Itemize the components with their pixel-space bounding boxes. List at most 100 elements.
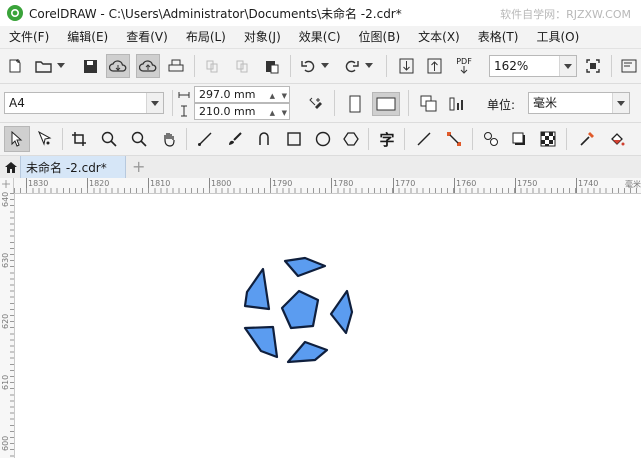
all-pages-icon[interactable] — [417, 92, 441, 116]
zoom-out-icon[interactable] — [128, 128, 150, 150]
freehand-tool-icon[interactable] — [194, 128, 216, 150]
page-height-icon — [178, 104, 190, 118]
menu-bitmaps[interactable]: 位图(B) — [350, 26, 410, 48]
print-icon[interactable] — [166, 56, 186, 76]
width-spin-up-icon[interactable]: ▲ — [270, 89, 275, 104]
ellipse-tool-icon[interactable] — [312, 128, 334, 150]
vruler-tick-label: 620 — [1, 313, 10, 329]
undo-icon[interactable] — [298, 56, 318, 76]
toolbox-separator — [368, 128, 369, 150]
pick-tool-icon[interactable] — [4, 126, 30, 152]
menu-text[interactable]: 文本(X) — [409, 26, 469, 48]
cut-icon[interactable] — [202, 56, 222, 76]
menu-table[interactable]: 表格(T) — [469, 26, 528, 48]
coreldraw-app-icon — [7, 5, 23, 21]
height-spin-down-icon[interactable]: ▼ — [282, 106, 287, 121]
vertical-ruler: 640 630 620 610 600 — [0, 191, 15, 458]
zoom-tool-icon[interactable] — [98, 128, 120, 150]
height-spin-up-icon[interactable]: ▲ — [270, 106, 275, 121]
title-bar: CorelDRAW - C:\Users\Administrator\Docum… — [0, 0, 641, 26]
connector-tool-icon[interactable] — [443, 128, 465, 150]
ball-right-patch[interactable] — [329, 289, 354, 335]
ball-left-patch[interactable] — [243, 267, 271, 311]
zoom-dropdown-chevron-icon[interactable] — [559, 56, 576, 76]
open-dropdown-chevron-icon[interactable] — [56, 56, 66, 76]
ball-bottom-patch[interactable] — [286, 340, 329, 364]
menu-view[interactable]: 查看(V) — [117, 26, 177, 48]
import-icon[interactable] — [396, 56, 416, 76]
menu-file[interactable]: 文件(F) — [0, 26, 58, 48]
publish-pdf-icon[interactable]: PDF — [452, 54, 476, 78]
toolbar-separator — [194, 55, 195, 77]
ball-center-pentagon[interactable] — [280, 289, 320, 330]
zoom-to-page-icon[interactable] — [583, 56, 603, 76]
document-tab[interactable]: 未命名 -2.cdr* — [20, 156, 126, 178]
shape-tool-icon[interactable] — [34, 128, 56, 150]
redo-icon[interactable] — [342, 56, 362, 76]
pan-tool-hand-icon[interactable] — [158, 128, 180, 150]
eyedropper-tool-icon[interactable] — [576, 128, 598, 150]
polygon-tool-icon[interactable] — [340, 128, 362, 150]
units-label: 单位: — [487, 98, 516, 112]
blend-tool-icon[interactable] — [480, 128, 502, 150]
page-width-field[interactable]: 297.0 mm ▲ ▼ — [194, 86, 290, 103]
crop-tool-icon[interactable] — [68, 128, 90, 150]
save-icon[interactable] — [80, 56, 100, 76]
open-folder-icon[interactable] — [34, 56, 54, 76]
page-options-icon[interactable] — [305, 93, 327, 115]
copy-icon[interactable] — [232, 56, 252, 76]
export-icon[interactable] — [424, 56, 444, 76]
cloud-download-icon[interactable] — [106, 54, 130, 78]
redo-dropdown-chevron-icon[interactable] — [364, 56, 374, 76]
pen-curve-tool-icon[interactable] — [254, 128, 276, 150]
vruler-tick-label: 630 — [1, 252, 10, 268]
cloud-upload-icon[interactable] — [136, 54, 160, 78]
landscape-orientation-icon[interactable] — [372, 92, 400, 116]
text-tool-icon[interactable]: 字 — [376, 128, 398, 150]
ruler-tick-label: 1810 — [150, 179, 171, 188]
new-document-icon[interactable] — [5, 56, 25, 76]
page-width-value: 297.0 mm — [199, 88, 256, 101]
zoom-level-combo[interactable]: 162% — [489, 55, 577, 77]
watermark-text: 软件自学网：RJZXW.COM — [500, 8, 631, 21]
units-value: 毫米 — [533, 96, 558, 110]
page-size-dropdown-chevron-icon[interactable] — [146, 93, 163, 113]
units-combo[interactable]: 毫米 — [528, 92, 630, 114]
menu-effects[interactable]: 效果(C) — [290, 26, 350, 48]
window-title: CorelDRAW - C:\Users\Administrator\Docum… — [29, 6, 402, 21]
menu-tools[interactable]: 工具(O) — [527, 26, 588, 48]
horizontal-ruler: 1830 1820 1810 1800 1790 1780 1770 1760 … — [0, 178, 641, 194]
toolbox-separator — [186, 128, 187, 150]
vruler-tick-label: 600 — [1, 435, 10, 451]
toolbox-separator — [566, 128, 567, 150]
drop-shadow-tool-icon[interactable] — [508, 128, 530, 150]
page-size-combo[interactable]: A4 — [4, 92, 164, 114]
vruler-tick-label: 640 — [1, 191, 10, 207]
width-spin-down-icon[interactable]: ▼ — [282, 89, 287, 104]
drawing-canvas[interactable] — [15, 194, 641, 458]
interactive-fill-tool-icon[interactable] — [606, 128, 628, 150]
document-tab-bar: 未命名 -2.cdr* + — [0, 156, 641, 179]
ball-top-patch[interactable] — [283, 256, 327, 278]
menu-layout[interactable]: 布局(L) — [177, 26, 235, 48]
portrait-orientation-icon[interactable] — [344, 92, 366, 116]
paste-icon[interactable] — [262, 56, 282, 76]
current-page-icon[interactable] — [446, 92, 470, 116]
ball-lower-left-patch[interactable] — [243, 325, 279, 359]
rectangle-tool-icon[interactable] — [283, 128, 305, 150]
page-height-field[interactable]: 210.0 mm ▲ ▼ — [194, 103, 290, 120]
ruler-tick-label: 1780 — [333, 179, 354, 188]
full-screen-preview-icon[interactable] — [619, 56, 639, 76]
transparency-tool-icon[interactable] — [537, 128, 559, 150]
toolbox-separator — [62, 128, 63, 150]
add-document-tab-icon[interactable]: + — [132, 157, 145, 176]
home-icon[interactable] — [2, 158, 20, 176]
undo-dropdown-chevron-icon[interactable] — [320, 56, 330, 76]
parallel-dimension-tool-icon[interactable] — [413, 128, 435, 150]
document-tab-label: 未命名 -2.cdr* — [26, 161, 107, 175]
menu-edit[interactable]: 编辑(E) — [58, 26, 117, 48]
units-dropdown-chevron-icon[interactable] — [612, 93, 629, 113]
ruler-tick-label: 1760 — [456, 179, 477, 188]
menu-object[interactable]: 对象(J) — [235, 26, 290, 48]
artistic-media-brush-icon[interactable] — [224, 128, 246, 150]
